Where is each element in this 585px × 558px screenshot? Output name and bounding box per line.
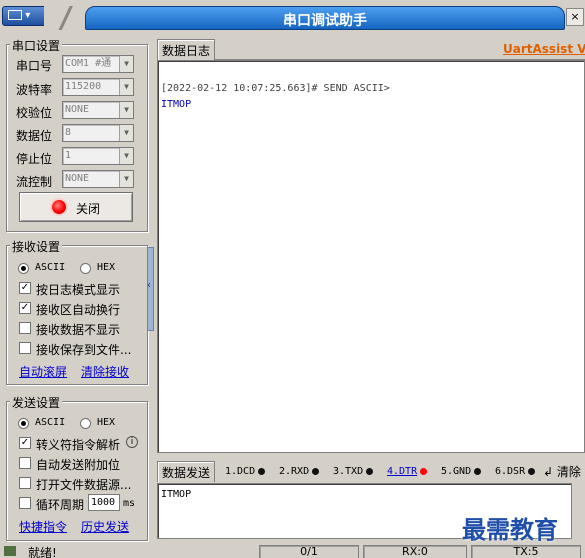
tab-data-log[interactable]: 数据日志 — [157, 39, 216, 60]
file-source-label: 打开文件数据源... — [36, 478, 132, 492]
signal-txd: 3.TXD — [333, 466, 374, 477]
send-ascii-radio[interactable] — [18, 418, 29, 429]
serial-settings-label: 串口设置 — [10, 37, 63, 54]
tx-count-cell: TX:5 — [471, 545, 581, 558]
flow-control-select[interactable]: NONE ▼ — [62, 170, 134, 188]
info-icon[interactable]: i — [126, 436, 138, 448]
databits-select[interactable]: 8 ▼ — [62, 124, 134, 142]
save-to-file-checkbox[interactable] — [19, 342, 31, 354]
signal-dsr: 6.DSR — [495, 466, 536, 477]
status-text: 就绪! — [28, 546, 57, 558]
baud-select[interactable]: 115200 ▼ — [62, 78, 134, 96]
clear-receive-link[interactable]: 清除接收 — [81, 363, 129, 380]
status-bar: 就绪! 0/1 RX:0 TX:5 — [0, 544, 585, 558]
panel-collapse-handle[interactable]: ‹ — [147, 247, 154, 331]
close-port-label: 关闭 — [76, 202, 101, 216]
title-divider — [44, 6, 88, 30]
system-menu-button[interactable]: ▾ — [2, 6, 46, 26]
cycle-label: 循环周期 — [36, 498, 85, 512]
auto-wrap-label: 接收区自动换行 — [36, 303, 121, 317]
signal-bar: 1.DCD 2.RXD 3.TXD 4.DTR 5.GND 6.DSR ↲ 清除 — [219, 463, 585, 482]
receive-settings-label: 接收设置 — [10, 238, 63, 255]
counter-cell: 0/1 — [259, 545, 359, 558]
clear-send-button[interactable]: ↲ 清除 — [543, 463, 581, 482]
dcd-led-icon — [258, 467, 266, 475]
hide-receive-label: 接收数据不显示 — [36, 323, 121, 337]
chevron-down-icon: ▼ — [119, 56, 133, 72]
close-button[interactable]: × — [566, 8, 584, 26]
log-output-area[interactable]: [2022-02-12 10:07:25.663]# SEND ASCII> I… — [157, 60, 585, 453]
window-title: 串口调试助手 — [283, 13, 367, 29]
log-body-line: ITMOP — [161, 99, 192, 110]
chevron-left-icon: ‹ — [147, 280, 151, 291]
chevron-down-icon: ▾ — [25, 10, 31, 21]
cycle-input[interactable]: 1000 — [88, 494, 120, 511]
signal-rxd: 2.RXD — [279, 466, 320, 477]
app-icon — [8, 10, 22, 20]
cycle-unit: ms — [123, 498, 136, 509]
parity-select[interactable]: NONE ▼ — [62, 101, 134, 119]
rxd-led-icon — [312, 467, 320, 475]
auto-append-label: 自动发送附加位 — [36, 458, 121, 472]
title-bar: ▾ 串口调试助手 × — [0, 0, 585, 34]
auto-append-checkbox[interactable] — [19, 457, 31, 469]
signal-dcd: 1.DCD — [225, 466, 266, 477]
shortcuts-link[interactable]: 快捷指令 — [19, 518, 67, 535]
databits-label: 数据位 — [16, 129, 53, 143]
send-ascii-label: ASCII — [35, 417, 66, 428]
file-source-checkbox[interactable] — [19, 477, 31, 489]
stopbits-select[interactable]: 1 ▼ — [62, 147, 134, 165]
send-hex-label: HEX — [97, 417, 116, 428]
brand-label[interactable]: UartAssist V5. — [503, 42, 585, 56]
stopbits-label: 停止位 — [16, 152, 53, 166]
hide-receive-checkbox[interactable] — [19, 322, 31, 334]
escape-parse-label: 转义符指令解析 — [36, 438, 121, 452]
baud-label: 波特率 — [16, 83, 53, 97]
save-to-file-label: 接收保存到文件... — [36, 343, 132, 357]
eraser-icon: ↲ — [543, 465, 554, 479]
chevron-down-icon: ▼ — [119, 79, 133, 95]
chevron-down-icon: ▼ — [119, 102, 133, 118]
receive-hex-radio[interactable] — [80, 263, 91, 274]
dtr-led-icon — [420, 467, 428, 475]
title-tab: 串口调试助手 — [85, 6, 565, 30]
auto-wrap-checkbox[interactable]: ✓ — [19, 302, 31, 314]
port-select[interactable]: COM1 #通 ▼ — [62, 55, 134, 73]
watermark: 最需教育 — [462, 515, 558, 544]
dsr-led-icon — [528, 467, 536, 475]
chevron-down-icon: ▼ — [119, 171, 133, 187]
log-mode-checkbox[interactable]: ✓ — [19, 282, 31, 294]
send-hex-radio[interactable] — [80, 418, 91, 429]
send-settings-label: 发送设置 — [10, 394, 63, 411]
receive-hex-label: HEX — [97, 262, 116, 273]
txd-led-icon — [366, 467, 374, 475]
log-mode-label: 按日志模式显示 — [36, 283, 121, 297]
receive-ascii-radio[interactable] — [18, 263, 29, 274]
log-header-line: [2022-02-12 10:07:25.663]# SEND ASCII> — [161, 83, 390, 94]
chevron-down-icon: ▼ — [119, 125, 133, 141]
port-label: 串口号 — [16, 59, 53, 73]
gnd-led-icon — [474, 467, 482, 475]
cycle-checkbox[interactable] — [19, 497, 31, 509]
receive-ascii-label: ASCII — [35, 262, 66, 273]
close-port-button[interactable]: 关闭 — [19, 192, 133, 222]
send-input-text: ITMOP — [161, 489, 192, 500]
tab-data-send[interactable]: 数据发送 — [157, 461, 216, 482]
parity-label: 校验位 — [16, 106, 53, 120]
auto-scroll-link[interactable]: 自动滚屏 — [19, 363, 67, 380]
escape-parse-checkbox[interactable]: ✓ — [19, 437, 31, 449]
signal-gnd: 5.GND — [441, 466, 482, 477]
status-led-icon — [52, 200, 66, 214]
rx-count-cell: RX:0 — [363, 545, 467, 558]
signal-dtr[interactable]: 4.DTR — [387, 466, 428, 477]
history-link[interactable]: 历史发送 — [81, 518, 129, 535]
ready-icon — [4, 546, 16, 556]
chevron-down-icon: ▼ — [119, 148, 133, 164]
flow-control-label: 流控制 — [16, 175, 53, 189]
